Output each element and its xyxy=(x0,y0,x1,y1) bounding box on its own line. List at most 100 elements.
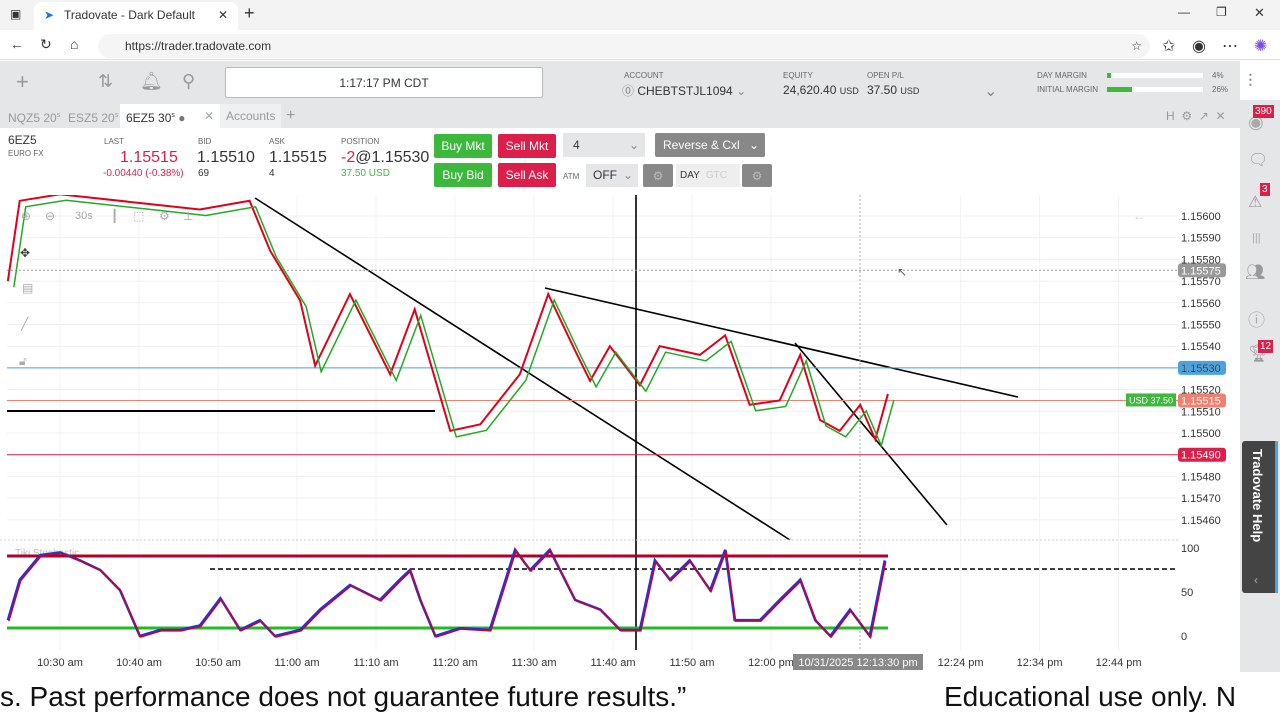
symbol: 6EZ5 xyxy=(8,133,37,147)
chevron-left-icon: ‹ xyxy=(1254,573,1258,587)
back-icon[interactable]: ← xyxy=(10,36,24,52)
expand-chevron-icon[interactable]: ⌄ xyxy=(984,81,997,101)
buy-market-button[interactable]: Buy Mkt xyxy=(434,134,492,158)
stoch-tick: 100 xyxy=(1181,543,1199,555)
tab-label: Accounts xyxy=(226,109,276,123)
price-tick: 1.15590 xyxy=(1181,233,1221,245)
price-tick: 1.15480 xyxy=(1181,471,1221,483)
zoom-out-icon[interactable]: ⊖ xyxy=(45,209,55,223)
price-tick: 1.15560 xyxy=(1181,298,1221,310)
time-tick: 12:24 pm xyxy=(938,657,984,669)
favorites-icon[interactable]: ✩ xyxy=(1162,36,1175,56)
community-icon[interactable]: 👥︎ xyxy=(1245,262,1265,282)
address-bar-row: ← ↻ ⌂ https://trader.tradovate.com ☆ ✩ ◉… xyxy=(0,30,1280,60)
extension-icon[interactable]: ◉ xyxy=(1192,36,1206,56)
last-label: LAST xyxy=(104,137,125,146)
candle-type-icon[interactable]: ┃ xyxy=(111,208,118,223)
transfer-arrows-icon[interactable]: ⇅ xyxy=(98,71,113,92)
url-field[interactable]: https://trader.tradovate.com ☆ xyxy=(98,34,1150,58)
close-tab-icon[interactable]: ✕ xyxy=(218,2,228,28)
hide-icon[interactable]: H xyxy=(1166,109,1175,123)
last-change: -0.00440 (-0.38%) xyxy=(103,168,184,179)
trophy-badge: 12 xyxy=(1258,340,1274,353)
time-tick: 10:50 am xyxy=(195,657,241,669)
price-chart[interactable]: 1.155751.155301.155151.15490USD 37.50 1.… xyxy=(0,195,1240,672)
draw-line-icon[interactable]: ╱ xyxy=(20,316,29,331)
settings-sliders-icon[interactable]: ⫶ xyxy=(1248,71,1253,92)
day-margin-label: DAY MARGIN xyxy=(1037,71,1087,80)
notification-badge: 390 xyxy=(1253,105,1274,118)
tif-day[interactable]: DAY xyxy=(676,170,706,181)
object-list-icon[interactable]: ▤ xyxy=(22,281,33,295)
tif-gtc[interactable]: GTC xyxy=(706,170,727,181)
pl-tag-label: USD 37.50 xyxy=(1129,395,1173,405)
favorite-star-icon[interactable]: ☆ xyxy=(1131,34,1142,58)
trendline-drawing[interactable] xyxy=(544,287,1019,398)
more-icon[interactable]: ⋯ xyxy=(1222,36,1238,56)
search-icon[interactable]: ⚲ xyxy=(182,71,195,92)
position-pl: 37.50 USD xyxy=(341,168,390,179)
tradovate-favicon-icon: ➤ xyxy=(44,8,55,22)
day-margin-bar xyxy=(1107,73,1203,78)
buy-bid-button[interactable]: Buy Bid xyxy=(434,163,492,187)
sell-ask-button[interactable]: Sell Ask xyxy=(498,163,556,187)
interval-button[interactable]: 30s xyxy=(75,210,93,222)
add-tab-icon[interactable]: + xyxy=(280,104,301,128)
symbol-name: EURO FX xyxy=(8,149,44,158)
home-icon[interactable]: ⌂ xyxy=(70,36,78,52)
close-window-icon[interactable]: ✕ xyxy=(1254,5,1265,21)
copilot-icon[interactable]: ✺ xyxy=(1254,36,1267,56)
price-tick: 1.15520 xyxy=(1181,385,1221,397)
last-price: 1.15515 xyxy=(120,149,178,166)
help-icon[interactable]: ⓘ xyxy=(1248,306,1265,331)
gear-icon[interactable]: ⚙ xyxy=(1181,109,1192,123)
tif-settings-icon[interactable]: ⚙ xyxy=(742,164,772,187)
close-tab-icon[interactable]: ✕ xyxy=(204,104,214,128)
chat-icon[interactable]: 🗨︎ xyxy=(1248,150,1268,170)
lock-icon[interactable]: 🔓︎ xyxy=(19,354,27,368)
tif-toggle[interactable]: DAY GTC xyxy=(676,164,740,187)
account-selector[interactable]: ⓪ CHEBTSTJL1094 ⌄ xyxy=(622,82,746,99)
time-tick: 10:40 am xyxy=(116,657,162,669)
refresh-icon[interactable]: ↻ xyxy=(40,36,52,53)
axis-icon[interactable]: ⊥ xyxy=(183,209,193,223)
crosshair-icon[interactable]: ✥ xyxy=(20,246,30,260)
browser-tab-strip: ▣ ➤ Tradovate - Dark Default ✕ + — ❐ ✕ xyxy=(0,0,1280,30)
browser-tab[interactable]: ➤ Tradovate - Dark Default ✕ xyxy=(34,2,238,30)
tab-nqz5[interactable]: NQZ5 20s xyxy=(2,104,66,128)
price-marker-label: 1.15490 xyxy=(1181,450,1221,462)
account-label: ACCOUNT xyxy=(624,71,664,80)
help-panel-tab[interactable]: Tradovate Help ‹ xyxy=(1242,441,1278,593)
bid-size: 69 xyxy=(198,168,210,179)
tab-esz5[interactable]: ESZ5 20s xyxy=(62,104,124,128)
scroll-back-icon[interactable]: ← xyxy=(1133,209,1145,223)
atm-select[interactable]: OFF ⌄ xyxy=(586,164,638,187)
popout-icon[interactable]: ↗ xyxy=(1199,109,1209,123)
bell-icon[interactable]: 🔔︎ xyxy=(140,71,163,92)
sell-market-button[interactable]: Sell Mkt xyxy=(498,134,556,158)
minimize-icon[interactable]: — xyxy=(1178,5,1190,19)
openpl-label: OPEN P/L xyxy=(867,71,904,80)
time-tick: 12:34 pm xyxy=(1017,657,1063,669)
reverse-cancel-button[interactable]: Reverse & Cxl ⌄ xyxy=(655,133,765,157)
zoom-in-icon[interactable]: ⊕ xyxy=(21,209,31,223)
sidebar-toggle-icon[interactable]: ▣ xyxy=(10,7,21,21)
time-tick: 11:10 am xyxy=(353,657,398,669)
selection-icon[interactable]: ⬚ xyxy=(133,209,144,223)
price-tick: 1.15580 xyxy=(1181,254,1221,266)
quantity-select[interactable]: 4 ⌄ xyxy=(563,133,645,157)
position-qty: -2 xyxy=(341,149,356,166)
init-margin-pct: 26% xyxy=(1212,85,1229,94)
bars-icon[interactable]: ||| xyxy=(1252,232,1261,244)
settings-icon[interactable]: ⚙ xyxy=(159,209,170,223)
tab-accounts[interactable]: Accounts xyxy=(220,104,282,128)
chevron-down-icon: ⌄ xyxy=(628,138,639,152)
atm-settings-icon[interactable]: ⚙ xyxy=(643,164,673,187)
tab-6ez5[interactable]: 6EZ5 30s ● ✕ xyxy=(120,104,220,128)
new-tab-icon[interactable]: + xyxy=(244,3,255,24)
day-margin-fill xyxy=(1107,73,1111,78)
maximize-icon[interactable]: ❐ xyxy=(1216,5,1227,19)
close-module-icon[interactable]: ✕ xyxy=(1216,109,1226,123)
add-icon[interactable]: + xyxy=(16,69,29,95)
stoch-d-series xyxy=(8,549,887,639)
